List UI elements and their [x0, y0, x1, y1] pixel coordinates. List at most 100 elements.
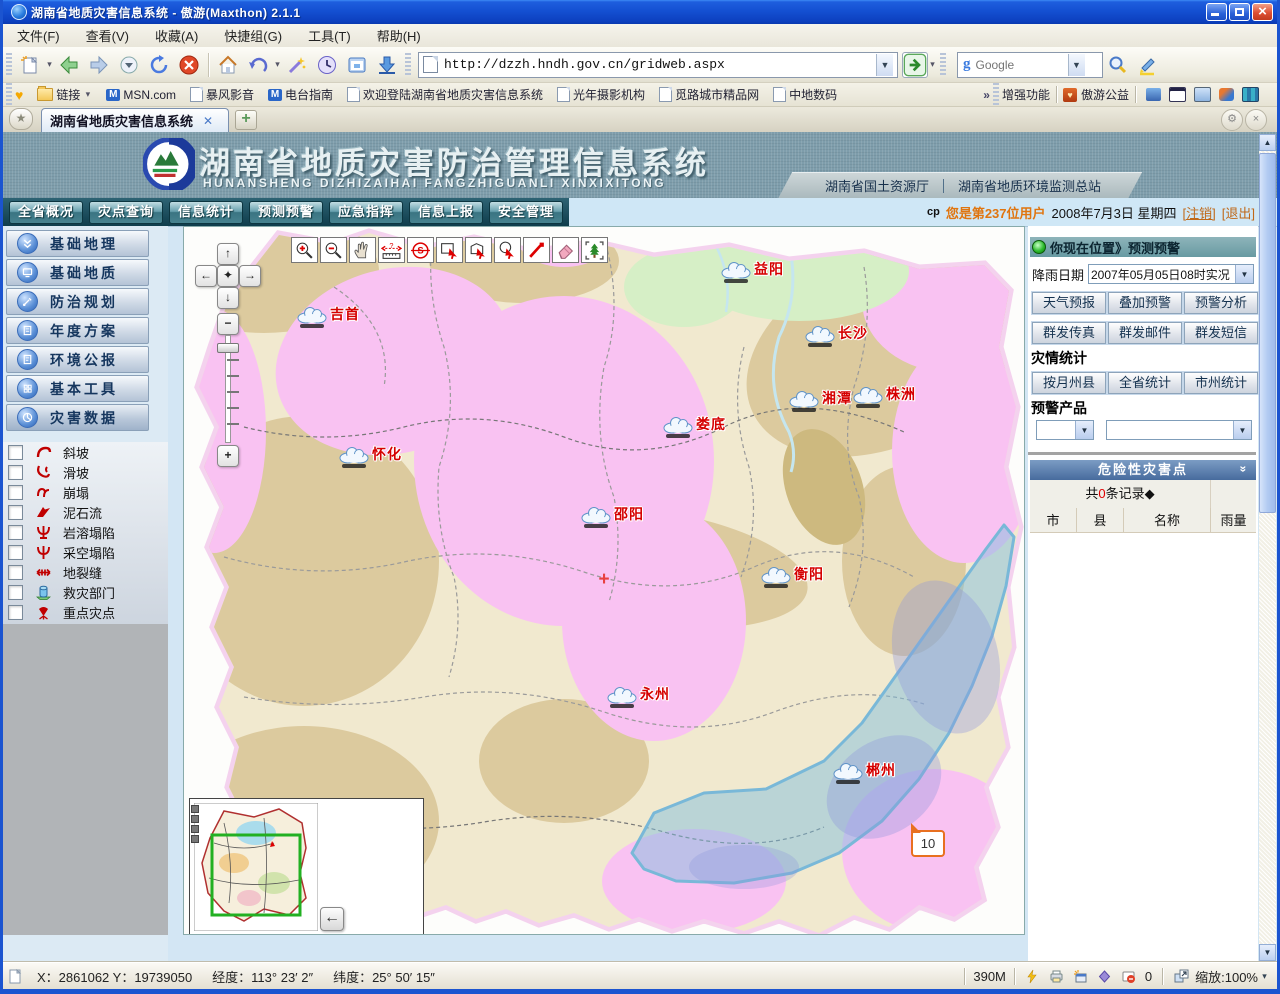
overlay-warning-button[interactable]: 叠加预警	[1108, 292, 1182, 314]
scroll-down-arrow[interactable]: ▼	[1259, 944, 1276, 961]
select-arrow-icon[interactable]	[1235, 265, 1253, 283]
highlight-button[interactable]	[1133, 50, 1163, 80]
map-pan-button[interactable]	[349, 237, 376, 263]
sidebar-item-base-geography[interactable]: 基础地理	[6, 230, 149, 257]
weather-forecast-button[interactable]: 天气预报	[1032, 292, 1106, 314]
nav-emergency[interactable]: 应急指挥	[329, 201, 403, 224]
pens-icon[interactable]	[1219, 88, 1234, 101]
map-select-rect-button[interactable]	[436, 237, 463, 263]
layer-row-debris-flow[interactable]: 泥石流	[3, 502, 168, 522]
map-viewport[interactable]: ? S 吉首 益阳 长沙 湘	[183, 226, 1025, 935]
product-select-1[interactable]	[1036, 420, 1094, 440]
notes-icon[interactable]	[1194, 87, 1211, 102]
link-city[interactable]: 觅路城市精品网	[659, 86, 759, 103]
addressbar-grip[interactable]	[405, 53, 411, 77]
map-pan-up-button[interactable]	[217, 243, 239, 265]
checkbox[interactable]	[8, 445, 23, 460]
overview-inset[interactable]	[189, 798, 424, 935]
inset-tool-button[interactable]	[191, 815, 199, 823]
magic-fill-button[interactable]	[282, 50, 312, 80]
map-city-marker[interactable]: 株洲	[853, 385, 916, 404]
download-button[interactable]	[372, 50, 402, 80]
minimize-button[interactable]	[1206, 3, 1227, 21]
col-name[interactable]: 名称	[1124, 508, 1211, 533]
sidebar-item-base-geology[interactable]: 基础地质	[6, 259, 149, 286]
sidebar-item-disaster-data[interactable]: 灾害数据	[6, 404, 149, 431]
nav-security[interactable]: 安全管理	[489, 201, 563, 224]
map-draw-point-button[interactable]	[523, 237, 550, 263]
map-city-marker[interactable]: 吉首	[297, 305, 360, 324]
sidebar-item-prevention-plan[interactable]: 防治规划	[6, 288, 149, 315]
maximize-button[interactable]	[1229, 3, 1250, 21]
skin-grid-icon[interactable]	[1242, 87, 1259, 102]
city-stats-button[interactable]: 市州统计	[1184, 372, 1258, 394]
layer-row-key-points[interactable]: 重点灾点	[3, 602, 168, 622]
collapse-chevron-icon[interactable]	[1234, 466, 1254, 475]
forward-button[interactable]	[84, 50, 114, 80]
checkbox[interactable]	[8, 585, 23, 600]
zoom-resize-icon[interactable]	[1172, 968, 1190, 984]
menu-favorites[interactable]: 收藏(A)	[155, 26, 198, 45]
inset-tool-button[interactable]	[191, 825, 199, 833]
map-select-polygon-button[interactable]	[465, 237, 492, 263]
favorites-heart[interactable]	[15, 87, 23, 103]
map-city-marker[interactable]: 益阳	[721, 260, 784, 279]
col-county[interactable]: 县	[1077, 508, 1124, 533]
tabbar-close-button[interactable]: ×	[1245, 109, 1267, 131]
select-arrow-icon[interactable]	[1075, 421, 1093, 439]
checkbox[interactable]	[8, 545, 23, 560]
map-zoom-minus-button[interactable]	[217, 313, 239, 335]
map-select-radius-button[interactable]: S	[407, 237, 434, 263]
printer-icon[interactable]	[1048, 968, 1066, 984]
map-pan-right-button[interactable]	[239, 265, 261, 287]
sidebar-item-annual-scheme[interactable]: 年度方案	[6, 317, 149, 344]
map-zoom-out-button[interactable]	[320, 237, 347, 263]
map-measure-button[interactable]: ?	[378, 237, 405, 263]
menu-view[interactable]: 查看(V)	[86, 26, 129, 45]
link-msn[interactable]: MSN.com	[106, 88, 176, 102]
search-grip[interactable]	[940, 53, 946, 77]
col-city[interactable]: 市	[1030, 508, 1077, 533]
map-city-marker[interactable]: 怀化	[339, 445, 402, 464]
sidebar-item-basic-tools[interactable]: 基本工具	[6, 375, 149, 402]
undo-caret[interactable]	[273, 59, 282, 70]
new-tab-caret[interactable]	[45, 59, 54, 70]
layer-row-karst-collapse[interactable]: 岩溶塌陷	[3, 522, 168, 542]
page-scrollbar[interactable]: ▲ ▼	[1259, 134, 1276, 961]
go-caret[interactable]	[928, 59, 937, 70]
search-box[interactable]: g	[957, 52, 1103, 78]
map-select-circle-button[interactable]	[494, 237, 521, 263]
history-clock-button[interactable]	[312, 50, 342, 80]
tab-active[interactable]: 湖南省地质灾害信息系统	[41, 108, 229, 132]
map-city-marker[interactable]: 衡阳	[761, 565, 824, 584]
link-welcome[interactable]: 欢迎登陆湖南省地质灾害信息系统	[347, 86, 543, 103]
enhance-label[interactable]: 增强功能	[1002, 86, 1050, 103]
mass-email-button[interactable]: 群发邮件	[1108, 322, 1182, 344]
scrollbar-thumb[interactable]	[1259, 153, 1276, 513]
map-pan-left-button[interactable]	[195, 265, 217, 287]
inset-tool-button[interactable]	[191, 805, 199, 813]
layer-row-slope[interactable]: 斜坡	[3, 442, 168, 462]
tab-close-icon[interactable]	[203, 114, 213, 128]
layer-row-rescue-dept[interactable]: 救灾部门	[3, 582, 168, 602]
checkbox[interactable]	[8, 465, 23, 480]
layer-row-landslide[interactable]: 滑坡	[3, 462, 168, 482]
nav-stats[interactable]: 信息统计	[169, 201, 243, 224]
col-rainfall[interactable]: 雨量	[1211, 508, 1256, 533]
screen-capture-button[interactable]	[342, 50, 372, 80]
map-city-marker[interactable]: 永州	[607, 685, 670, 704]
history-dropdown-button[interactable]	[114, 50, 144, 80]
address-dropdown[interactable]	[876, 54, 893, 76]
layer-row-collapse[interactable]: 崩塌	[3, 482, 168, 502]
map-flag-marker[interactable]: 10	[911, 830, 945, 857]
boost-lightning-icon[interactable]	[1024, 968, 1042, 984]
checkbox[interactable]	[8, 525, 23, 540]
menu-file[interactable]: 文件(F)	[17, 26, 60, 45]
map-eraser-button[interactable]	[552, 237, 579, 263]
banner-link-land-dept[interactable]: 湖南省国土资源厅	[825, 176, 929, 195]
home-button[interactable]	[213, 50, 243, 80]
search-engine-dropdown[interactable]	[1068, 54, 1085, 76]
sidebar-item-env-bulletin[interactable]: 环境公报	[6, 346, 149, 373]
charity-shield-icon[interactable]	[1063, 88, 1077, 102]
charity-label[interactable]: 傲游公益	[1081, 86, 1129, 103]
